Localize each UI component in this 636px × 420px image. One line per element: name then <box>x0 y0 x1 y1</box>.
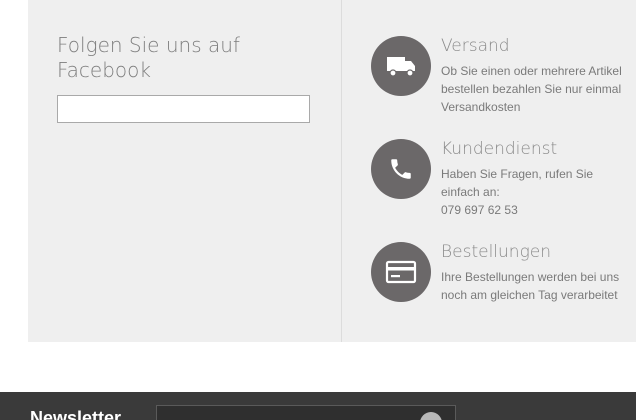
newsletter-label: Newsletter <box>30 408 122 420</box>
service-text-bestellungen: Ihre Bestellungen werden bei uns noch am… <box>441 268 636 304</box>
service-line: einfach an: <box>441 185 500 199</box>
phone-icon <box>371 139 431 199</box>
newsletter-bar: Newsletter <box>0 392 636 420</box>
service-line: Ihre Bestellungen werden bei uns <box>441 270 620 284</box>
service-line: Haben Sie Fragen, rufen Sie <box>441 167 594 181</box>
service-line: Ob Sie einen oder mehrere Artikel <box>441 64 622 78</box>
panel-divider <box>341 0 342 342</box>
facebook-widget-box[interactable] <box>57 95 310 123</box>
service-text-versand: Ob Sie einen oder mehrere Artikel bestel… <box>441 62 636 116</box>
service-title-versand: Versand <box>441 36 510 56</box>
newsletter-email-input[interactable] <box>156 405 456 420</box>
service-line: bestellen bezahlen Sie nur einmal <box>441 82 622 96</box>
service-title-bestellungen: Bestellungen <box>441 242 552 262</box>
service-text-kundendienst: Haben Sie Fragen, rufen Sie einfach an: … <box>441 165 636 219</box>
service-line: noch am gleichen Tag verarbeitet <box>441 288 618 302</box>
service-title-kundendienst: Kundendienst <box>441 139 558 159</box>
phone-number: 079 697 62 53 <box>441 203 518 217</box>
facebook-title: Folgen Sie uns auf Facebook <box>57 33 240 82</box>
service-line: Versandkosten <box>441 100 521 114</box>
credit-card-icon <box>371 242 431 302</box>
truck-icon <box>371 36 431 96</box>
